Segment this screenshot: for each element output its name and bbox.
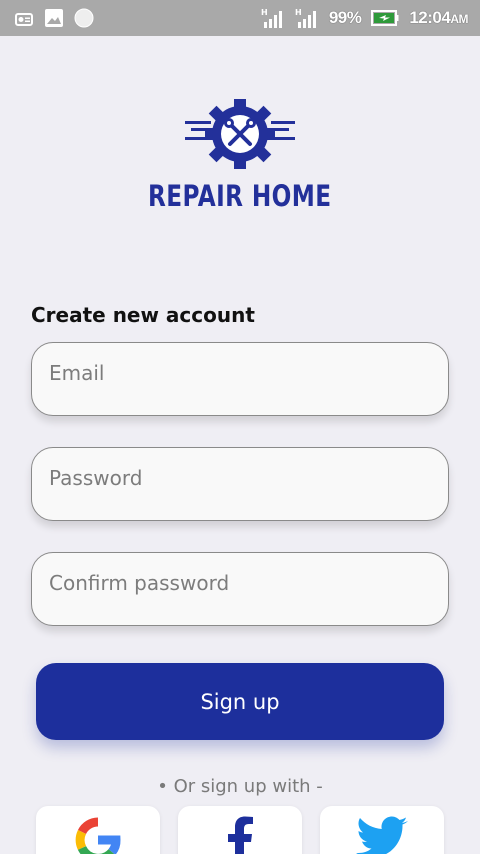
brand-name: REPAIR HOME [148,179,332,213]
battery-charging-icon [371,8,399,28]
twitter-signup-button[interactable] [320,806,444,854]
confirm-password-input[interactable] [49,571,432,595]
facebook-signup-button[interactable] [178,806,302,854]
app-logo: REPAIR HOME [0,95,480,213]
radio-icon [14,8,34,28]
svg-text:H: H [261,8,268,17]
signal-h-icon: H [261,8,285,28]
confirm-password-field[interactable] [31,552,449,626]
battery-percent: 99% [328,8,362,27]
status-bar-right: H H 99% 12:04AM [261,8,468,28]
google-icon [75,817,121,854]
svg-text:H: H [295,8,302,17]
password-field[interactable] [31,447,449,521]
clock-time: 12:04 [409,8,451,27]
facebook-icon [228,816,253,854]
clock: 12:04AM [409,8,468,28]
signup-button[interactable]: Sign up [36,663,444,740]
signup-button-label: Sign up [200,689,280,714]
email-input[interactable] [49,361,432,385]
status-bar-left [14,8,94,28]
gear-wrench-icon [185,99,295,169]
social-divider: • Or sign up with - [157,776,323,797]
google-signup-button[interactable] [36,806,160,854]
twitter-icon [356,816,408,854]
signal-h-icon: H [295,8,319,28]
status-bar: H H 99% 12:04AM [0,0,480,36]
clock-ampm: AM [450,12,468,26]
image-icon [44,8,64,28]
email-field[interactable] [31,342,449,416]
page-title: Create new account [31,303,255,327]
sync-icon [74,8,94,28]
password-input[interactable] [49,466,432,490]
